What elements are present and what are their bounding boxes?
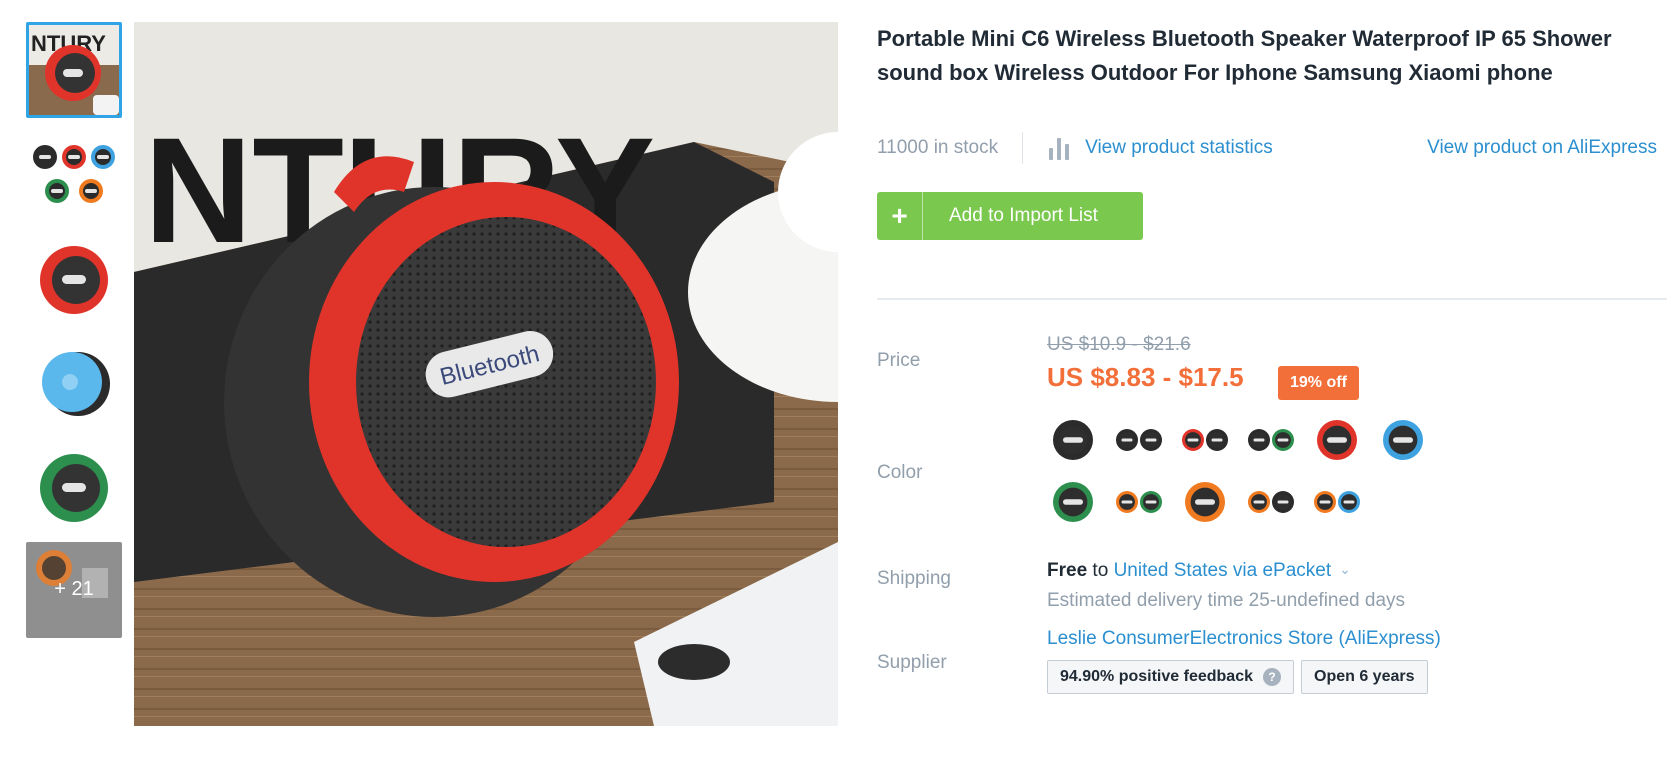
shipping-destination: United States via ePacket — [1113, 560, 1332, 581]
chevron-down-icon: ⌄ — [1339, 561, 1351, 577]
view-statistics-link[interactable]: View product statistics — [1049, 136, 1273, 160]
speaker-swatch-icon — [1053, 482, 1093, 522]
price-label: Price — [877, 350, 921, 371]
color-swatch[interactable] — [1245, 414, 1297, 466]
view-statistics-label: View product statistics — [1085, 137, 1273, 158]
discount-badge: 19% off — [1278, 366, 1359, 400]
section-divider — [877, 298, 1667, 300]
speaker-swatch-icon — [1116, 491, 1162, 513]
store-age-badge: Open 6 years — [1301, 660, 1428, 694]
supplier-store-link[interactable]: Leslie ConsumerElectronics Store (AliExp… — [1047, 628, 1441, 650]
sale-price: US $8.83 - $17.5 — [1047, 362, 1244, 392]
color-swatch[interactable] — [1311, 476, 1363, 528]
thumbnail-image-blue-speaker — [42, 352, 110, 416]
speaker-swatch-icon — [1053, 420, 1093, 460]
color-swatch[interactable] — [1245, 476, 1297, 528]
meta-divider — [1022, 132, 1024, 164]
color-swatch[interactable] — [1047, 476, 1099, 528]
product-title: Portable Mini C6 Wireless Bluetooth Spea… — [877, 26, 1612, 85]
color-swatch[interactable] — [1113, 414, 1165, 466]
store-age-text: Open 6 years — [1314, 668, 1415, 685]
speaker-swatch-icon — [1185, 482, 1225, 522]
main-product-image: NTURY Bluetooth — [134, 22, 838, 726]
supplier-label: Supplier — [877, 652, 947, 673]
thumbnail-3[interactable] — [26, 230, 122, 326]
more-count: + 21 — [54, 578, 94, 600]
color-label: Color — [877, 462, 923, 483]
feedback-badge: 94.90% positive feedback ? — [1047, 660, 1294, 694]
color-swatch[interactable] — [1047, 414, 1099, 466]
feedback-text: 94.90% positive feedback — [1060, 668, 1253, 685]
view-on-aliexpress-link[interactable]: View product on AliExpress — [1427, 137, 1657, 159]
thumbnail-image-red-speaker-photo: NTURY — [29, 25, 119, 115]
help-icon[interactable]: ? — [1262, 668, 1281, 686]
speaker-swatch-icon — [1383, 420, 1423, 460]
thumbnail-4[interactable] — [26, 334, 122, 430]
color-swatch[interactable] — [1113, 476, 1165, 528]
color-swatch[interactable] — [1377, 414, 1429, 466]
speaker-swatch-icon — [1317, 420, 1357, 460]
speaker-swatch-icon — [1248, 491, 1294, 513]
thumbnail-more[interactable]: + 21 — [26, 542, 122, 638]
thumbnail-image-green-speaker — [40, 454, 108, 522]
shipping-destination-dropdown[interactable]: United States via ePacket ⌄ — [1114, 560, 1351, 581]
product-details: Portable Mini C6 Wireless Bluetooth Spea… — [877, 22, 1667, 694]
speaker-swatch-icon — [1314, 491, 1360, 513]
delivery-estimate: Estimated delivery time 25-undefined day… — [1047, 590, 1406, 611]
shipping-to: to — [1092, 560, 1109, 581]
color-swatch[interactable] — [1311, 414, 1363, 466]
original-price: US $10.9 - $21.6 — [1047, 334, 1191, 355]
speaker-swatch-icon — [1182, 429, 1228, 451]
speaker-swatch-icon — [1248, 429, 1294, 451]
product-photo: NTURY Bluetooth — [134, 22, 838, 726]
speaker-swatch-icon — [1116, 429, 1162, 451]
thumbnail-5[interactable] — [26, 438, 122, 534]
shipping-line: Free to United States via ePacket ⌄ — [1047, 560, 1351, 582]
thumbnail-image-five-colors — [33, 145, 115, 203]
thumbnail-1[interactable]: NTURY — [26, 22, 122, 118]
bar-chart-icon — [1049, 136, 1071, 160]
shipping-label: Shipping — [877, 568, 951, 589]
color-swatch[interactable] — [1179, 414, 1231, 466]
thumbnail-2[interactable] — [26, 126, 122, 222]
plus-icon: + — [877, 192, 923, 240]
meta-row: 11000 in stock View product statistics V… — [877, 132, 1667, 164]
stock-count: 11000 in stock — [877, 137, 999, 158]
shipping-free: Free — [1047, 560, 1088, 581]
color-swatch[interactable] — [1179, 476, 1231, 528]
thumbnail-image-red-speaker — [40, 246, 108, 314]
add-to-import-list-button[interactable]: + Add to Import List — [877, 192, 1143, 240]
add-to-import-list-label: Add to Import List — [949, 205, 1098, 226]
